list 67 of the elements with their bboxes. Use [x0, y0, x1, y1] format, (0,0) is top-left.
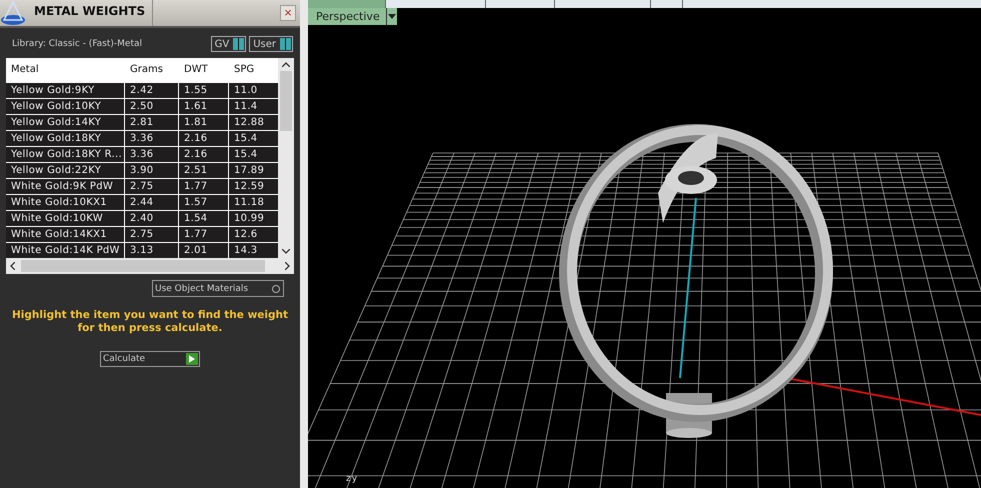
- scroll-down-icon[interactable]: [282, 249, 290, 254]
- table-cell: White Gold:9K PdW: [6, 179, 124, 194]
- table-cell: 12.6: [229, 227, 278, 242]
- table-cell: 1.55: [179, 83, 228, 98]
- window-title: METAL WEIGHTS: [30, 0, 153, 26]
- table-cell: Yellow Gold:18KY: [6, 131, 124, 146]
- toggle-button[interactable]: User: [249, 36, 293, 52]
- table-cell: White Gold:14KX1: [6, 227, 124, 242]
- horizontal-scrollbar[interactable]: [6, 258, 294, 274]
- table-cell: White Gold:10KX1: [6, 195, 124, 210]
- view-dropdown[interactable]: Perspective: [308, 8, 397, 25]
- table-cell: 3.13: [125, 243, 178, 258]
- pyramid-icon: [0, 0, 26, 26]
- table-cell: 10.99: [229, 211, 278, 226]
- calculate-button[interactable]: Calculate: [100, 351, 200, 367]
- table-cell: 15.4: [229, 131, 278, 146]
- table-cell: 15.4: [229, 147, 278, 162]
- vertical-scrollbar[interactable]: [278, 58, 294, 258]
- table-cell: Yellow Gold:10KY: [6, 99, 124, 114]
- table-cell: 17.89: [229, 163, 278, 178]
- table-cell: 12.59: [229, 179, 278, 194]
- table-cell: 11.0: [229, 83, 278, 98]
- use-object-materials-checkbox[interactable]: Use Object Materials: [152, 280, 284, 297]
- table-cell: 1.54: [179, 211, 228, 226]
- table-cell: Yellow Gold:14KY: [6, 115, 124, 130]
- table-cell: 2.16: [179, 147, 228, 162]
- table-cell: Yellow Gold:9KY: [6, 83, 124, 98]
- axis-label: z: [346, 474, 351, 484]
- table-cell: White Gold:10KW: [6, 211, 124, 226]
- table-cell: 2.16: [179, 131, 228, 146]
- axis-label: y: [352, 474, 358, 484]
- scroll-up-icon[interactable]: [282, 62, 290, 67]
- table-cell: 3.90: [125, 163, 178, 178]
- close-button[interactable]: ×: [280, 5, 296, 21]
- table-cell: 12.88: [229, 115, 278, 130]
- scroll-left-icon[interactable]: [10, 262, 15, 270]
- table-cell: White Gold:14K PdW: [6, 243, 124, 258]
- table-cell: 11.4: [229, 99, 278, 114]
- table-cell: 2.51: [179, 163, 228, 178]
- scroll-thumb[interactable]: [21, 260, 265, 272]
- table-cell: 11.18: [229, 195, 278, 210]
- play-icon: [189, 355, 195, 363]
- library-label: Library: Classic - (Fast)-Metal: [12, 39, 142, 49]
- table-cell: 2.01: [179, 243, 228, 258]
- table-cell: 3.36: [125, 147, 178, 162]
- table-cell: 1.77: [179, 227, 228, 242]
- table-cell: 1.81: [179, 115, 228, 130]
- table-cell: Yellow Gold:22KY: [6, 163, 124, 178]
- table-cell: 2.44: [125, 195, 178, 210]
- table-cell: 14.3: [229, 243, 278, 258]
- table-cell: 2.40: [125, 211, 178, 226]
- dropdown-caret-icon: [388, 14, 396, 19]
- instruction-text: Highlight the item you want to find the weight for then press calculate.: [11, 309, 289, 335]
- scroll-thumb[interactable]: [280, 71, 292, 131]
- radio-button[interactable]: [270, 282, 282, 294]
- table-cell: 2.75: [125, 227, 178, 242]
- table-cell: 2.42: [125, 83, 178, 98]
- scroll-right-icon[interactable]: [285, 262, 290, 270]
- table-cell: Yellow Gold:18KY R...: [6, 147, 124, 162]
- table-cell: 1.77: [179, 179, 228, 194]
- table-cell: 1.61: [179, 99, 228, 114]
- toggle-button[interactable]: GV: [210, 36, 246, 52]
- table-cell: 3.36: [125, 131, 178, 146]
- table-cell: 2.75: [125, 179, 178, 194]
- table-cell: 1.57: [179, 195, 228, 210]
- table-cell: 2.50: [125, 99, 178, 114]
- table-cell: 2.81: [125, 115, 178, 130]
